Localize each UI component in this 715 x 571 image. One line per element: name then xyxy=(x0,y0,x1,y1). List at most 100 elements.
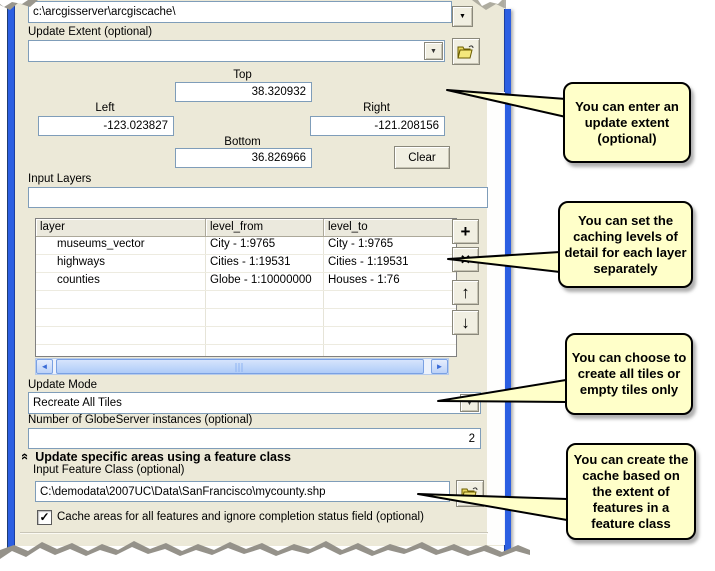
callout-text: You can set the caching levels of detail… xyxy=(564,213,687,277)
extent-right-label: Right xyxy=(310,102,443,114)
input-feature-class-value: C:\demodata\2007UC\Data\SanFrancisco\myc… xyxy=(36,486,326,498)
table-cell[interactable]: museums_vector xyxy=(36,237,206,254)
arrow-down-icon: ↓ xyxy=(461,314,470,331)
table-cell[interactable]: Cities - 1:19531 xyxy=(206,255,324,272)
table-cell[interactable]: Houses - 1:76 xyxy=(324,273,454,290)
input-feature-class-field[interactable]: C:\demodata\2007UC\Data\SanFrancisco\myc… xyxy=(35,481,450,502)
table-cell xyxy=(206,309,324,326)
move-row-down-button[interactable]: ↓ xyxy=(452,310,479,335)
callout-update-mode: You can choose to create all tiles or em… xyxy=(565,333,693,415)
extent-right-value: -121.208156 xyxy=(311,120,444,132)
collapse-section-icon: « xyxy=(18,453,33,460)
instances-field[interactable]: 2 xyxy=(28,428,481,449)
extent-top-label: Top xyxy=(175,69,310,81)
table-cell xyxy=(36,345,206,357)
table-cell[interactable]: City - 1:9765 xyxy=(206,237,324,254)
screenshot-root: c:\arcgisserver\arcgiscache\ ▼ Update Ex… xyxy=(0,0,715,571)
table-row xyxy=(36,327,456,345)
extent-left-field[interactable]: -123.023827 xyxy=(38,116,174,136)
dialog-scroll-gutter xyxy=(487,92,505,545)
scrollbar-thumb[interactable] xyxy=(56,359,424,374)
chevron-down-icon: ▼ xyxy=(459,13,466,20)
update-extent-label: Update Extent (optional) xyxy=(28,26,152,38)
browse-extent-button[interactable] xyxy=(452,38,480,65)
plus-icon: + xyxy=(461,223,471,240)
cache-path-value: c:\arcgisserver\arcgiscache\ xyxy=(29,6,176,18)
input-layers-field[interactable] xyxy=(28,187,488,208)
clear-button-label: Clear xyxy=(408,152,435,164)
browse-feature-class-button[interactable] xyxy=(456,480,484,507)
update-extent-combobox[interactable]: ▼ xyxy=(28,40,445,62)
scroll-left-button[interactable]: ◄ xyxy=(36,359,53,374)
callout-text: You can choose to create all tiles or em… xyxy=(571,350,687,398)
extent-right-field[interactable]: -121.208156 xyxy=(310,116,445,136)
cache-path-dropdown-button[interactable]: ▼ xyxy=(452,6,473,27)
table-cell xyxy=(206,327,324,344)
open-folder-icon xyxy=(457,45,475,59)
checkmark-icon: ✓ xyxy=(39,511,49,523)
table-row xyxy=(36,309,456,327)
table-cell[interactable]: highways xyxy=(36,255,206,272)
cache-areas-checkbox-label: Cache areas for all features and ignore … xyxy=(57,511,424,523)
update-mode-dropdown-button[interactable]: ▼ xyxy=(460,394,479,412)
table-cell xyxy=(324,327,454,344)
table-cell xyxy=(324,309,454,326)
section-divider xyxy=(20,532,488,534)
extent-bottom-value: 36.826966 xyxy=(176,152,311,164)
update-mode-value: Recreate All Tiles xyxy=(29,397,122,409)
table-row[interactable]: highwaysCities - 1:19531Cities - 1:19531 xyxy=(36,255,456,273)
scroll-right-icon: ► xyxy=(436,362,444,371)
chevron-down-icon: ▼ xyxy=(466,400,473,407)
feature-section-title: Update specific areas using a feature cl… xyxy=(35,450,291,464)
extent-top-field[interactable]: 38.320932 xyxy=(175,82,312,102)
arrow-up-icon: ↑ xyxy=(461,284,470,301)
update-extent-dropdown-button[interactable]: ▼ xyxy=(424,42,443,60)
table-cell xyxy=(36,327,206,344)
table-cell[interactable]: counties xyxy=(36,273,206,290)
cache-path-field[interactable]: c:\arcgisserver\arcgiscache\ xyxy=(28,1,452,23)
cache-areas-checkbox[interactable]: ✓ xyxy=(37,510,52,525)
instances-value: 2 xyxy=(29,433,480,445)
table-cell[interactable]: Cities - 1:19531 xyxy=(324,255,454,272)
table-row[interactable]: museums_vectorCity - 1:9765City - 1:9765 xyxy=(36,237,456,255)
table-cell xyxy=(324,345,454,357)
open-folder-icon xyxy=(461,487,479,501)
table-cell xyxy=(324,291,454,308)
extent-bottom-field[interactable]: 36.826966 xyxy=(175,148,312,168)
window-border-right xyxy=(504,9,511,554)
table-cell[interactable]: City - 1:9765 xyxy=(324,237,454,254)
instances-label: Number of GlobeServer instances (optiona… xyxy=(28,414,252,426)
window-border-left xyxy=(7,0,15,558)
table-cell[interactable]: Globe - 1:10000000 xyxy=(206,273,324,290)
chevron-down-icon: ▼ xyxy=(430,48,437,55)
callout-text: You can enter an update extent (optional… xyxy=(569,99,685,147)
column-header-level_to[interactable]: level_to xyxy=(324,219,454,237)
table-row[interactable]: countiesGlobe - 1:10000000Houses - 1:76 xyxy=(36,273,456,291)
extent-left-value: -123.023827 xyxy=(39,120,173,132)
layer-table[interactable]: layerlevel_fromlevel_to museums_vectorCi… xyxy=(35,218,457,357)
table-row xyxy=(36,345,456,357)
update-mode-label: Update Mode xyxy=(28,379,97,391)
delete-x-icon: ✕ xyxy=(460,253,471,266)
callout-caching-levels: You can set the caching levels of detail… xyxy=(558,201,693,288)
clear-button[interactable]: Clear xyxy=(394,146,450,169)
scroll-right-button[interactable]: ► xyxy=(431,359,448,374)
callout-update-extent: You can enter an update extent (optional… xyxy=(563,82,691,163)
move-row-up-button[interactable]: ↑ xyxy=(452,280,479,305)
extent-top-value: 38.320932 xyxy=(176,86,311,98)
torn-edge-bottom xyxy=(0,547,530,571)
scroll-left-icon: ◄ xyxy=(41,362,49,371)
layer-table-header: layerlevel_fromlevel_to xyxy=(36,219,456,237)
column-header-level_from[interactable]: level_from xyxy=(206,219,324,237)
add-row-button[interactable]: + xyxy=(452,219,479,244)
extent-left-label: Left xyxy=(38,102,172,114)
callout-feature-class: You can create the cache based on the ex… xyxy=(566,443,696,540)
table-cell xyxy=(36,309,206,326)
table-cell xyxy=(36,291,206,308)
table-row xyxy=(36,291,456,309)
feature-section-header[interactable]: « Update specific areas using a feature … xyxy=(22,449,291,464)
column-header-layer[interactable]: layer xyxy=(36,219,206,237)
update-mode-combobox[interactable]: Recreate All Tiles ▼ xyxy=(28,392,481,414)
delete-row-button[interactable]: ✕ xyxy=(452,247,479,272)
table-horizontal-scrollbar[interactable]: ◄ ► xyxy=(35,358,449,375)
